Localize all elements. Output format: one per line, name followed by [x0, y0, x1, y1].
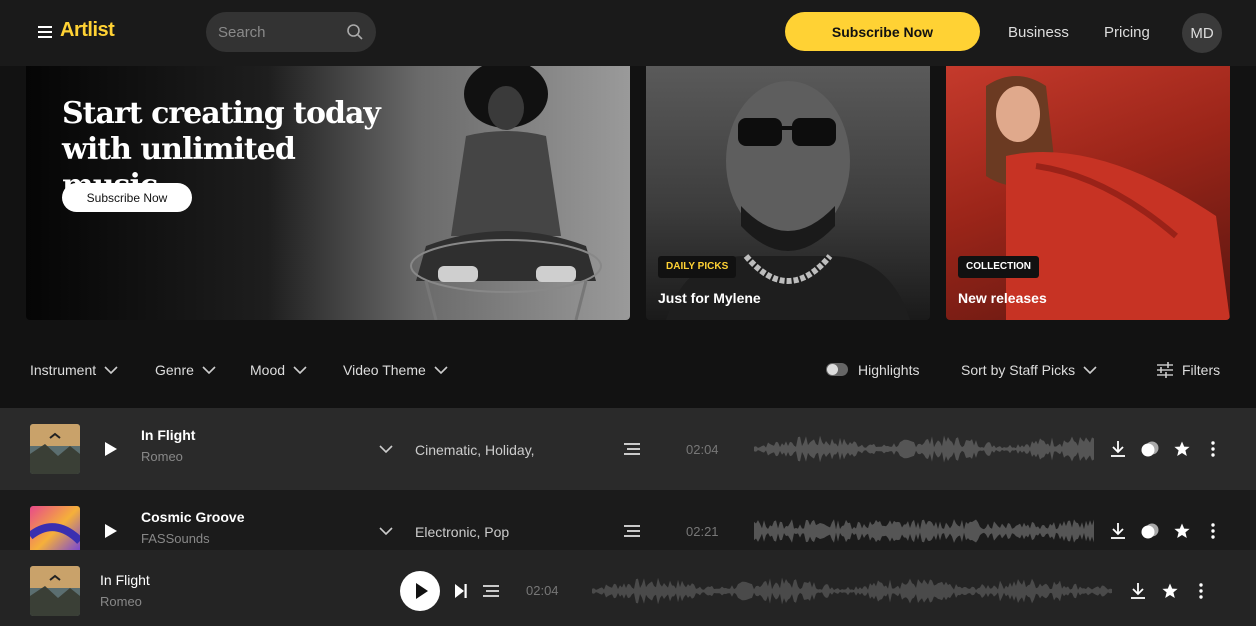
player-track-title[interactable]: In Flight	[100, 572, 150, 588]
hero-subscribe-button[interactable]: Subscribe Now	[62, 183, 192, 212]
play-icon	[416, 583, 428, 599]
play-icon[interactable]	[104, 523, 118, 539]
chevron-down-icon	[1083, 366, 1097, 374]
top-nav: Artlist Subscribe Now Business Pricing M…	[0, 0, 1256, 66]
star-icon[interactable]	[1162, 583, 1178, 599]
player-waveform[interactable]	[592, 574, 1112, 608]
portrait-woman-image	[986, 76, 1230, 320]
filter-label: Genre	[155, 362, 194, 378]
track-genres: Electronic, Pop	[415, 524, 510, 540]
chevron-down-icon	[104, 366, 118, 374]
skip-next-icon[interactable]	[455, 584, 467, 598]
download-icon[interactable]	[1111, 441, 1125, 457]
sort-label: Sort by Staff Picks	[961, 362, 1076, 378]
more-options-icon[interactable]	[1211, 441, 1215, 457]
chevron-down-icon[interactable]	[379, 445, 393, 453]
player-thumbnail	[30, 566, 80, 616]
track-artist[interactable]: FASSounds	[141, 531, 210, 546]
filters-button[interactable]: Filters	[1156, 362, 1220, 378]
similar-search-icon[interactable]	[1141, 523, 1159, 539]
chevron-down-icon	[293, 366, 307, 374]
filter-label: Instrument	[30, 362, 97, 378]
filter-video-theme[interactable]: Video Theme	[343, 362, 448, 378]
player-bar: In Flight Romeo 02:04	[0, 550, 1256, 626]
collection-card[interactable]: COLLECTION New releases	[946, 66, 1230, 320]
daily-picks-card[interactable]: DAILY PICKS Just for Mylene	[646, 66, 930, 320]
search-input[interactable]	[218, 22, 338, 42]
avatar[interactable]: MD	[1182, 13, 1222, 53]
download-icon[interactable]	[1131, 583, 1145, 599]
subscribe-button[interactable]: Subscribe Now	[785, 12, 980, 51]
collection-badge: COLLECTION	[958, 256, 1039, 278]
filter-genre[interactable]: Genre	[155, 362, 216, 378]
waveform[interactable]	[754, 514, 1094, 548]
daily-picks-badge: DAILY PICKS	[658, 256, 737, 278]
filters-label: Filters	[1182, 362, 1221, 378]
hero-figure-image	[410, 66, 602, 320]
track-title[interactable]: In Flight	[141, 427, 195, 443]
waveform[interactable]	[754, 432, 1094, 466]
chevron-down-icon	[434, 366, 448, 374]
lyrics-list-icon[interactable]	[624, 525, 640, 537]
highlights-toggle[interactable]	[826, 363, 848, 376]
highlights-label: Highlights	[858, 362, 920, 378]
queue-list-icon[interactable]	[483, 585, 499, 597]
track-genres: Cinematic, Holiday,	[415, 442, 535, 458]
similar-search-icon[interactable]	[1141, 441, 1159, 457]
track-title[interactable]: Cosmic Groove	[141, 509, 244, 525]
more-options-icon[interactable]	[1199, 583, 1203, 599]
card-title: New releases	[958, 290, 1047, 306]
filter-label: Mood	[250, 362, 286, 378]
sliders-icon	[1157, 362, 1173, 378]
search-bar	[206, 12, 376, 52]
search-icon[interactable]	[346, 23, 364, 41]
more-options-icon[interactable]	[1211, 523, 1215, 539]
track-row[interactable]: Cosmic Groove FASSounds Electronic, Pop …	[0, 490, 1256, 550]
track-row[interactable]: In Flight Romeo Cinematic, Holiday, 02:0…	[0, 408, 1256, 490]
track-thumbnail	[30, 424, 80, 474]
filter-instrument[interactable]: Instrument	[30, 362, 118, 378]
nav-business[interactable]: Business	[1008, 24, 1069, 41]
card-title: Just for Mylene	[658, 290, 761, 306]
player-track-artist[interactable]: Romeo	[100, 594, 142, 609]
portrait-man-image	[666, 81, 910, 320]
sort-dropdown[interactable]: Sort by Staff Picks	[961, 362, 1097, 378]
hero-banner: Start creating today with unlimited musi…	[26, 66, 630, 320]
play-icon[interactable]	[104, 441, 118, 457]
track-duration: 02:21	[686, 524, 719, 539]
filter-mood[interactable]: Mood	[250, 362, 307, 378]
nav-pricing[interactable]: Pricing	[1104, 24, 1150, 41]
star-icon[interactable]	[1174, 523, 1190, 539]
track-thumbnail	[30, 506, 80, 550]
chevron-down-icon	[202, 366, 216, 374]
track-duration: 02:04	[686, 442, 719, 457]
menu-icon[interactable]	[38, 26, 52, 38]
filter-label: Video Theme	[343, 362, 426, 378]
chevron-down-icon[interactable]	[379, 527, 393, 535]
player-duration: 02:04	[526, 583, 559, 598]
track-artist[interactable]: Romeo	[141, 449, 183, 464]
play-button[interactable]	[400, 571, 440, 611]
logo[interactable]: Artlist	[60, 19, 115, 42]
lyrics-list-icon[interactable]	[624, 443, 640, 455]
star-icon[interactable]	[1174, 441, 1190, 457]
download-icon[interactable]	[1111, 523, 1125, 539]
